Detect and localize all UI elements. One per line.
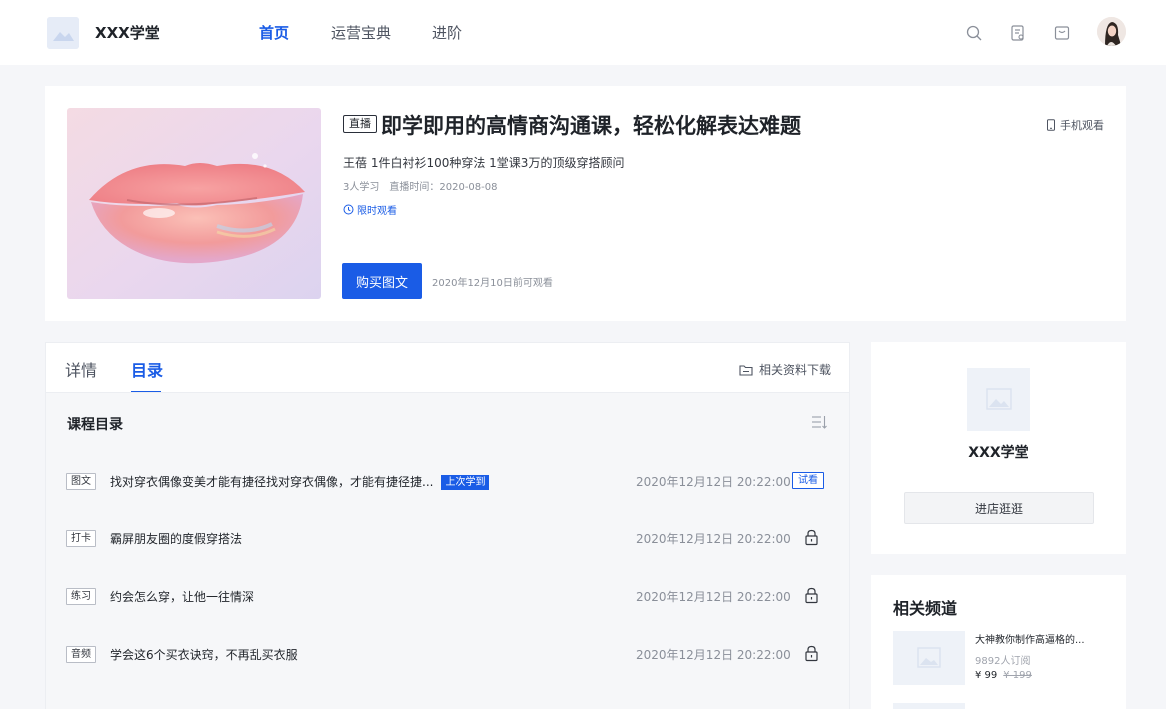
download-label: 相关资料下载 [758, 363, 831, 377]
nav-advanced[interactable]: 进阶 [432, 22, 462, 43]
nav-operations-guide[interactable]: 运营宝典 [331, 22, 391, 43]
lesson-time: 2020年12月12日 20:22:00 [636, 648, 791, 662]
course-meta: 3人学习 直播时间：2020-08-08 [343, 178, 498, 193]
original-price: ¥ 199 [1003, 670, 1032, 681]
lesson-row[interactable]: 练习 约会怎么穿，让他一往情深 2020年12月12日 20:22:00 [46, 577, 849, 617]
enter-store-button[interactable]: 进店逛逛 [904, 492, 1094, 524]
phone-watch-link[interactable]: 手机观看 [1046, 117, 1104, 133]
lesson-row[interactable]: 图文 找对穿衣偶像变美才能有捷径找对穿衣偶像，才能有捷径捷... 上次学到 202… [46, 462, 849, 502]
lips-artwork-icon [67, 108, 321, 299]
lesson-time: 2020年12月12日 20:22:00 [636, 475, 791, 489]
related-thumbnail [893, 703, 965, 709]
buy-deadline-note: 2020年12月10日前可观看 [432, 278, 553, 289]
trial-watch-button[interactable]: 试看 [792, 472, 824, 489]
user-avatar[interactable] [1097, 17, 1126, 46]
image-placeholder-icon [893, 631, 965, 685]
lesson-name: 霸屏朋友圈的度假穿搭法 [110, 532, 243, 546]
live-time: 直播时间：2020-08-08 [389, 182, 498, 193]
search-icon[interactable] [965, 24, 983, 42]
lesson-time: 2020年12月12日 20:22:00 [636, 590, 791, 604]
tab-details[interactable]: 详情 [65, 357, 97, 381]
limited-watch: 限时观看 [343, 202, 397, 217]
image-placeholder-icon [967, 368, 1030, 431]
lesson-type-tag: 练习 [66, 588, 96, 605]
brand-logo[interactable] [47, 17, 79, 49]
lock-icon [805, 645, 818, 662]
related-thumbnail [893, 631, 965, 685]
related-subscribers: 9892人订阅 [975, 656, 1031, 667]
last-learned-badge: 上次学到 [441, 475, 490, 490]
related-channel-item-partial[interactable] [893, 703, 1113, 709]
brand-name[interactable]: XXX学堂 [95, 22, 160, 43]
nav-home[interactable]: 首页 [259, 22, 289, 43]
download-materials-link[interactable]: 相关资料下载 [739, 361, 831, 378]
current-price: ¥ 99 [975, 670, 998, 681]
lock-icon [805, 529, 818, 546]
image-placeholder-icon [47, 17, 79, 49]
related-channel-item[interactable]: 大神教你制作高逼格的... 9892人订阅 ¥ 99 ¥ 199 [893, 628, 1113, 688]
live-tag: 直播 [343, 115, 377, 133]
lesson-name: 约会怎么穿，让他一往情深 [110, 590, 255, 604]
limited-watch-label: 限时观看 [357, 206, 397, 217]
store-logo[interactable] [967, 368, 1030, 431]
related-channels-card: 相关频道 大神教你制作高逼格的... 9892人订阅 ¥ 99 ¥ 199 [871, 575, 1126, 709]
catalog-title: 课程目录 [67, 417, 123, 433]
phone-watch-label: 手机观看 [1060, 119, 1104, 132]
folder-icon [739, 364, 753, 376]
catalog-body: 课程目录 图文 找对穿衣偶像变美才能有捷径找对穿衣偶像，才能有捷径捷... 上次学… [46, 393, 849, 709]
lesson-type-tag: 打卡 [66, 530, 96, 547]
lesson-type-tag: 音频 [66, 646, 96, 663]
document-icon[interactable] [1009, 24, 1027, 42]
phone-icon [1047, 119, 1055, 131]
lesson-type-tag: 图文 [66, 473, 96, 490]
lesson-name: 学会这6个买衣诀窍，不再乱买衣服 [110, 648, 298, 662]
sort-icon[interactable] [810, 413, 828, 431]
store-card: XXX学堂 进店逛逛 [871, 342, 1126, 554]
learner-count: 3人学习 [343, 182, 380, 193]
lock-icon [805, 587, 818, 604]
lesson-name-text: 找对穿衣偶像变美才能有捷径找对穿衣偶像，才能有捷径捷... [110, 475, 434, 489]
course-hero-card: 直播 即学即用的高情商沟通课，轻松化解表达难题 手机观看 王蓓 1件白衬衫100… [45, 86, 1126, 321]
buy-button[interactable]: 购买图文 [342, 263, 422, 299]
related-title: 相关频道 [893, 599, 958, 618]
course-catalog-panel: 详情 目录 相关资料下载 课程目录 图文 找对穿衣偶像变美才能有捷径找对穿衣偶像… [45, 342, 850, 709]
related-price: ¥ 99 ¥ 199 [975, 670, 1032, 681]
clock-icon [343, 204, 354, 215]
course-title: 即学即用的高情商沟通课，轻松化解表达难题 [381, 114, 801, 138]
tab-catalog[interactable]: 目录 [131, 357, 163, 381]
lesson-name: 找对穿衣偶像变美才能有捷径找对穿衣偶像，才能有捷径捷... 上次学到 [110, 473, 490, 490]
course-subtitle: 王蓓 1件白衬衫100种穿法 1堂课3万的顶级穿搭顾问 [343, 156, 625, 170]
top-navbar: XXX学堂 首页 运营宝典 进阶 [0, 0, 1166, 65]
related-channel-name: 大神教你制作高逼格的... [975, 635, 1085, 646]
lesson-row[interactable]: 音频 学会这6个买衣诀窍，不再乱买衣服 2020年12月12日 20:22:00 [46, 635, 849, 675]
lesson-time: 2020年12月12日 20:22:00 [636, 532, 791, 546]
course-cover-image [67, 108, 321, 299]
avatar-portrait-icon [1097, 17, 1126, 46]
lesson-row[interactable]: 打卡 霸屏朋友圈的度假穿搭法 2020年12月12日 20:22:00 [46, 519, 849, 559]
store-name: XXX学堂 [968, 445, 1029, 461]
bag-icon[interactable] [1053, 24, 1071, 42]
